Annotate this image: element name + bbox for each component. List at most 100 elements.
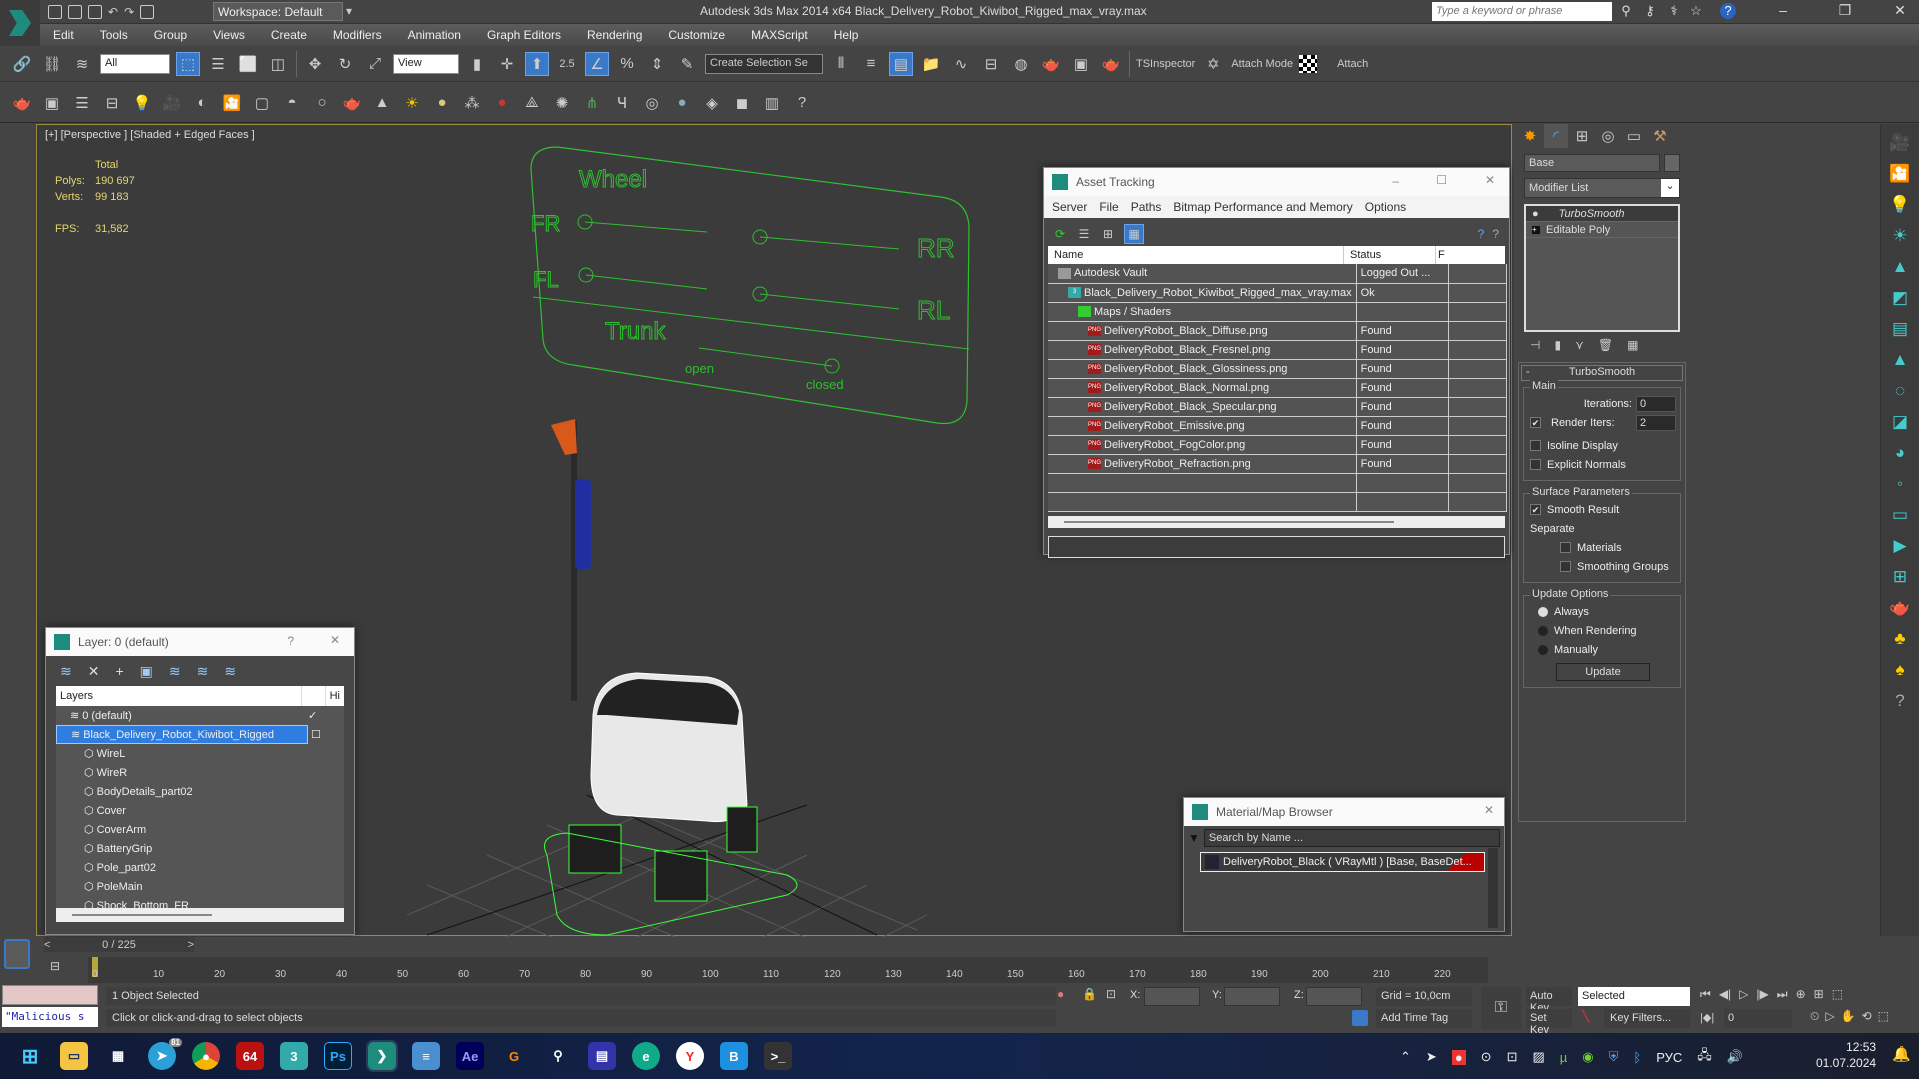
- material-browser-titlebar[interactable]: Material/Map Browser ✕: [1184, 798, 1504, 826]
- tab-display-icon[interactable]: ▭: [1622, 124, 1646, 148]
- pan-icon[interactable]: ✋: [1841, 1009, 1856, 1024]
- telegram-icon[interactable]: ➤ 81: [148, 1038, 182, 1070]
- layer-manager-icon[interactable]: ▤: [889, 51, 913, 76]
- file-explorer-icon[interactable]: ▭: [60, 1042, 88, 1070]
- menu-customize[interactable]: Customize: [655, 28, 738, 42]
- field-of-view-icon[interactable]: ▷: [1825, 1009, 1834, 1024]
- asset-row[interactable]: PNG DeliveryRobot_Black_Glossiness.png Fou…: [1048, 359, 1508, 379]
- vault-options-icon[interactable]: ?: [1492, 227, 1499, 241]
- highlight-layer-icon[interactable]: ≋: [197, 663, 209, 680]
- object-row[interactable]: ⬡ PoleMain: [56, 877, 344, 896]
- maximize-viewport-icon[interactable]: ⬚: [1878, 1009, 1889, 1024]
- after-effects-icon[interactable]: Ae: [456, 1042, 484, 1070]
- delete-layer-icon[interactable]: ✕: [88, 663, 100, 680]
- vray-camera-icon[interactable]: 🎥: [160, 91, 184, 115]
- tray-defender-icon[interactable]: ⛨: [1609, 1049, 1619, 1065]
- menu-group[interactable]: Group: [141, 28, 200, 42]
- absolute-mode-icon[interactable]: ⊡: [1106, 987, 1116, 1001]
- object-row[interactable]: ⬡ WireL: [56, 744, 344, 763]
- menu-options[interactable]: Options: [1365, 200, 1406, 214]
- column-layers[interactable]: Layers: [56, 686, 302, 706]
- window-crossing-icon[interactable]: ◫: [266, 52, 290, 76]
- isoline-display-checkbox[interactable]: [1530, 440, 1541, 451]
- vray-render-settings-icon[interactable]: ☰: [70, 91, 94, 115]
- wheel-control-fl[interactable]: [568, 824, 622, 874]
- track-bar[interactable]: 0 10 20 30 40 50 60 70 80 90 100 110 120 130 140 150 160…: [88, 957, 1488, 983]
- tray-record-icon[interactable]: ●: [1451, 1049, 1466, 1065]
- select-objects-in-layer-icon[interactable]: ▣: [140, 663, 153, 680]
- asset-row[interactable]: PNG DeliveryRobot_Black_Diffuse.png Found: [1048, 321, 1508, 341]
- browser-scrollbar[interactable]: [1488, 848, 1498, 928]
- object-row[interactable]: ⬡ BodyDetails_part02: [56, 782, 344, 801]
- select-manipulate-icon[interactable]: ✛: [495, 52, 519, 76]
- tsinspector-button[interactable]: TSInspector: [1136, 58, 1195, 70]
- orbit-icon[interactable]: ⟲: [1862, 1009, 1872, 1024]
- render-iters-checkbox[interactable]: ✔: [1530, 417, 1541, 428]
- binoculars-icon[interactable]: ⚲: [1618, 3, 1634, 19]
- vray-material-icon[interactable]: ●: [670, 91, 694, 115]
- customize-qat-icon[interactable]: ▾: [346, 4, 352, 18]
- rendered-frame-window-icon[interactable]: ▣: [1069, 52, 1093, 76]
- set-key-button[interactable]: Set Key: [1526, 1009, 1572, 1036]
- search-by-name-input[interactable]: Search by Name ...: [1203, 829, 1500, 847]
- tab-motion-icon[interactable]: ◎: [1596, 124, 1620, 148]
- next-frame-icon[interactable]: >: [188, 939, 194, 951]
- rollout-header[interactable]: - TurboSmooth: [1521, 365, 1683, 381]
- asset-row[interactable]: PNG DeliveryRobot_Black_Fresnel.png Found: [1048, 340, 1508, 360]
- minimize-button[interactable]: –: [1768, 2, 1798, 18]
- object-row[interactable]: ⬡ CoverArm: [56, 820, 344, 839]
- attach-mode-button[interactable]: Attach Mode: [1231, 58, 1293, 70]
- render-setup-icon[interactable]: 🫖: [1039, 52, 1063, 76]
- vray-camera-icon[interactable]: 🎥: [1888, 131, 1912, 155]
- schematic-view-icon[interactable]: ⊟: [979, 52, 1003, 76]
- project-folder-icon[interactable]: [140, 5, 155, 19]
- add-to-layer-icon[interactable]: +: [115, 663, 123, 679]
- help-icon[interactable]: ?: [1888, 689, 1912, 713]
- aida64-icon[interactable]: 64: [236, 1042, 264, 1070]
- explicit-normals-checkbox[interactable]: [1530, 459, 1541, 470]
- vray-dome-light-icon[interactable]: ◓: [280, 91, 304, 115]
- smoothing-groups-checkbox[interactable]: [1560, 561, 1571, 572]
- tab-hierarchy-icon[interactable]: ⊞: [1570, 124, 1594, 148]
- vray-hair-icon[interactable]: Ɥ: [610, 91, 634, 115]
- render-production-icon[interactable]: 🫖: [1099, 52, 1123, 76]
- menu-file[interactable]: File: [1099, 200, 1118, 214]
- manually-radio[interactable]: [1538, 644, 1548, 655]
- layer-horizontal-scrollbar[interactable]: [56, 908, 344, 922]
- asset-path-field[interactable]: [1048, 535, 1505, 558]
- help-button[interactable]: ?: [287, 634, 294, 648]
- new-file-icon[interactable]: [48, 5, 62, 19]
- stack-item-editable-poly[interactable]: + Editable Poly: [1526, 222, 1678, 238]
- close-button[interactable]: ✕: [1485, 173, 1495, 187]
- asset-row[interactable]: Maps / Shaders: [1048, 302, 1508, 322]
- vray-frame-icon[interactable]: ▭: [1888, 503, 1912, 527]
- attach-button[interactable]: Attach: [1337, 58, 1368, 70]
- rotate-icon[interactable]: ↻: [333, 52, 357, 76]
- tray-network-status-icon[interactable]: ⊙: [1481, 1049, 1492, 1065]
- time-tag-icon[interactable]: [1352, 1010, 1368, 1026]
- selection-filter-dropdown[interactable]: All: [100, 53, 170, 74]
- select-object-icon[interactable]: ⬚: [176, 51, 200, 76]
- asset-row[interactable]: PNG DeliveryRobot_FogColor.png Found: [1048, 435, 1508, 455]
- modifier-list-dropdown[interactable]: Modifier List ⌄: [1524, 178, 1680, 198]
- vray-compare-icon[interactable]: ⊞: [1888, 565, 1912, 589]
- vray-light-mix-icon[interactable]: ◦: [1888, 472, 1912, 496]
- z-coordinate-field[interactable]: [1306, 987, 1362, 1006]
- material-editor-icon[interactable]: ◍: [1009, 52, 1033, 76]
- vray-asset-list-icon[interactable]: ▤: [1888, 317, 1912, 341]
- scrollbar-thumb[interactable]: [1064, 520, 1394, 523]
- maximize-button[interactable]: ❐: [1830, 2, 1860, 19]
- edge-icon[interactable]: e: [632, 1042, 660, 1070]
- vray-sun-icon[interactable]: ☀: [1888, 224, 1912, 248]
- attach-mode-icon[interactable]: ✡: [1201, 52, 1225, 76]
- column-hide[interactable]: Hi: [326, 686, 344, 706]
- vray-palette-icon[interactable]: ◕: [1888, 441, 1912, 465]
- save-app-icon[interactable]: ▤: [588, 1042, 616, 1070]
- yandex-browser-icon[interactable]: Y: [676, 1042, 704, 1070]
- key-mode-dropdown[interactable]: Selected: [1578, 987, 1690, 1006]
- close-button[interactable]: ✕: [330, 633, 340, 647]
- unlink-icon[interactable]: ⛓: [40, 52, 64, 76]
- vray-light-lister-icon[interactable]: 💡: [130, 91, 154, 115]
- vray-dome-camera-icon[interactable]: ◐: [190, 91, 214, 115]
- material-item[interactable]: DeliveryRobot_Black ( VRayMtl ) [Base, B…: [1200, 852, 1485, 872]
